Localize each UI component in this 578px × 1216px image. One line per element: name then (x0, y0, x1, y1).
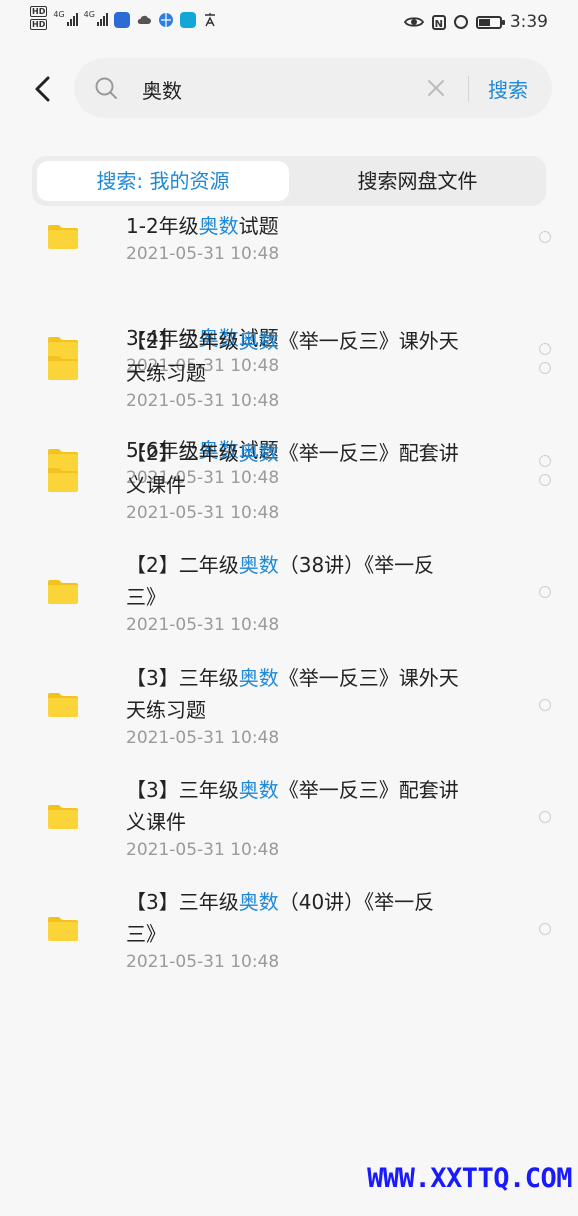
select-radio[interactable] (539, 362, 551, 374)
file-date: 2021-05-31 10:48 (126, 615, 280, 636)
file-name-part: 【2】二年级 (126, 441, 239, 466)
nfc-icon: N (431, 14, 446, 30)
folder-icon (48, 225, 78, 249)
file-date: 2021-05-31 10:48 (126, 244, 280, 264)
watermark: WWW.XXTTQ.COM (367, 1163, 572, 1194)
status-bar: HD HD 4G 4G N 3:39 (0, 0, 578, 44)
search-input[interactable] (140, 70, 464, 108)
search-highlight: 奥数 (238, 665, 279, 690)
search-button[interactable]: 搜索 (488, 74, 528, 103)
file-date: 2021-05-31 10:48 (126, 503, 280, 524)
file-name-part: 义课件 (126, 473, 186, 498)
network-type: 4G (83, 10, 95, 19)
file-date: 2021-05-31 10:48 (126, 952, 280, 972)
hd-badge: HD (30, 19, 48, 30)
select-radio[interactable] (539, 810, 551, 823)
file-name: 【3】三年级奥数（40讲）《举一反三》 (126, 886, 516, 950)
search-highlight: 奥数 (238, 441, 279, 466)
cloud-icon (137, 15, 151, 24)
tab-cloud-files[interactable]: 搜索网盘文件 (294, 161, 541, 201)
search-bar: 搜索 (74, 58, 552, 118)
file-name-part: 【3】三年级 (126, 890, 239, 914)
clear-icon[interactable] (426, 78, 446, 98)
file-name: 【3】三年级奥数《举一反三》课外天天练习题 (126, 662, 516, 726)
file-date: 2021-05-31 10:48 (126, 727, 280, 748)
file-name: 1-2年级奥数试题 (126, 210, 516, 242)
list-item[interactable]: 1-2年级奥数试题 2021-05-31 10:48 (0, 206, 578, 318)
select-radio[interactable] (539, 923, 551, 935)
file-name-part: 【2】二年级 (126, 329, 239, 353)
file-name-part: 【3】三年级 (126, 777, 239, 802)
file-name-part: 【3】三年级 (126, 665, 239, 690)
search-highlight: 奥数 (238, 890, 279, 914)
folder-icon (48, 356, 78, 380)
folder-icon (48, 804, 78, 829)
folder-icon (48, 468, 78, 493)
hd-badge: HD (30, 6, 48, 17)
divider (468, 76, 469, 102)
folder-icon (48, 917, 78, 941)
file-name: 【2】二年级奥数《举一反三》配套讲义课件 (126, 437, 516, 501)
translate-icon (204, 13, 215, 27)
select-radio[interactable] (539, 231, 551, 243)
battery-level (478, 18, 490, 26)
battery-icon (475, 15, 505, 29)
file-name-part: 天练习题 (126, 361, 206, 385)
file-name: 【2】二年级奥数《举一反三》课外天天练习题 (126, 325, 516, 389)
folder-icon (48, 580, 78, 605)
select-radio[interactable] (539, 343, 551, 356)
file-name-part: 《举一反三》配套讲 (278, 441, 459, 466)
select-radio[interactable] (539, 698, 551, 711)
file-name: 【3】三年级奥数《举一反三》配套讲义课件 (126, 774, 516, 838)
hd-indicators: HD HD (30, 6, 48, 30)
status-right: N 3:39 (403, 12, 548, 32)
app-notification-icon (113, 12, 130, 28)
file-name-part: 天练习题 (126, 697, 206, 722)
list-item[interactable]: 【3】三年级奥数《举一反三》配套讲 义课件 2021-05-31 10:48 (0, 778, 578, 1103)
eye-icon (403, 17, 424, 27)
clock: 3:39 (509, 12, 548, 32)
file-name-part: 三》 (126, 585, 166, 610)
file-name-part: 《举一反三》课外天 (278, 329, 459, 353)
file-name-part: 三》 (126, 922, 166, 946)
file-name-part: 1-2年级 (126, 214, 199, 238)
search-highlight: 奥数 (238, 777, 279, 802)
select-radio[interactable] (539, 455, 551, 468)
file-date: 2021-05-31 10:48 (126, 839, 280, 860)
status-left: HD HD 4G 4G (30, 6, 218, 30)
search-icon (95, 77, 117, 99)
tab-my-resources[interactable]: 搜索: 我的资源 (37, 161, 289, 201)
signal-icon: 4G (84, 10, 108, 26)
scope-tabs: 搜索: 我的资源 搜索网盘文件 (32, 156, 546, 206)
network-type: 4G (53, 10, 65, 19)
bulb-icon (179, 12, 196, 28)
search-highlight: 奥数 (198, 214, 239, 238)
file-name-part: 《举一反三》课外天 (278, 665, 459, 690)
back-arrow-icon[interactable] (30, 74, 58, 104)
file-name-part: （40讲）《举一反 (278, 890, 435, 914)
file-name-part: 试题 (238, 214, 279, 238)
file-name-part: 《举一反三》配套讲 (278, 777, 459, 802)
list-item[interactable]: 【3】三年级奥数（40讲）《举一反三》 2021-05-31 10:48 (0, 890, 578, 1216)
search-highlight: 奥数 (238, 329, 279, 353)
alarm-icon (453, 15, 468, 29)
file-date: 2021-05-31 10:48 (126, 391, 280, 411)
search-highlight: 奥数 (238, 553, 279, 578)
file-name-part: （38讲）《举一反 (278, 553, 435, 578)
file-name: 【2】二年级奥数（38讲）《举一反三》 (126, 549, 516, 613)
signal-icon: 4G (53, 10, 78, 26)
browser-icon (158, 13, 173, 27)
folder-icon (48, 692, 78, 717)
file-name-part: 义课件 (126, 809, 186, 834)
file-name-part: 【2】二年级 (126, 553, 239, 578)
